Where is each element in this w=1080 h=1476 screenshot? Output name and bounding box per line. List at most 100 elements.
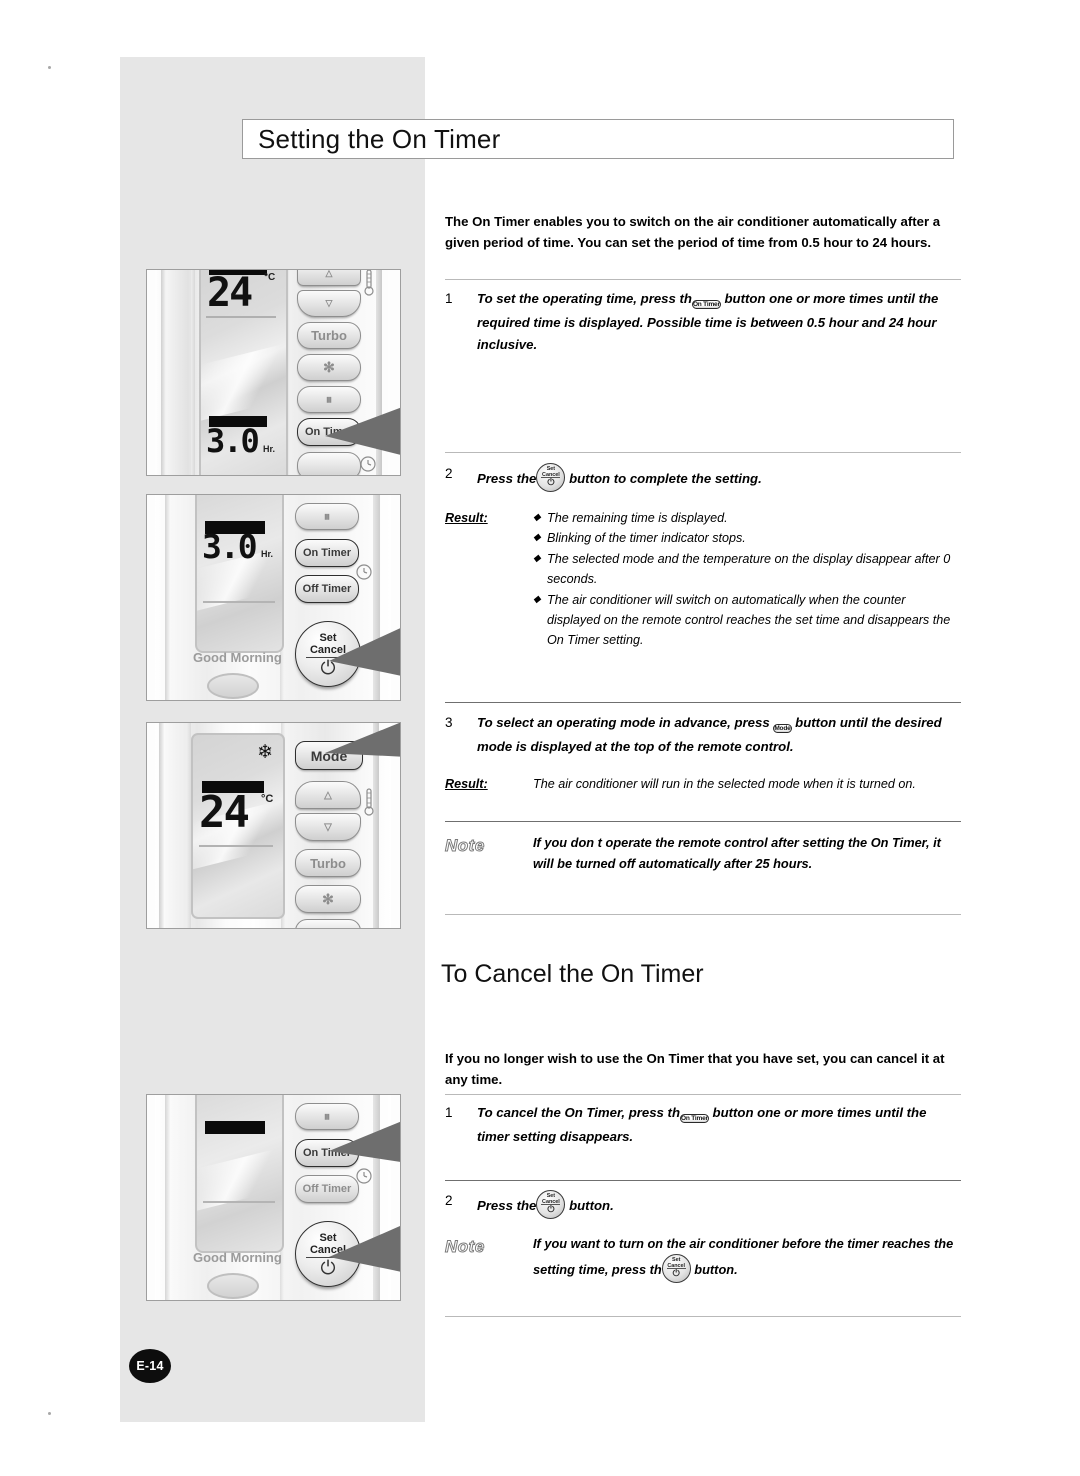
list-item: ◆ The remaining time is displayed.	[533, 508, 961, 528]
down-arrow-icon: ▽	[325, 298, 333, 308]
step-text-before: Press the	[477, 1198, 537, 1213]
swing-button[interactable]: ⏸	[295, 503, 359, 530]
step-text: To select an operating mode in advance, …	[477, 712, 961, 758]
step-text-before: To cancel the On Timer, press th	[477, 1105, 681, 1120]
step-2-result: Result: ◆ The remaining time is displayed…	[445, 508, 961, 651]
fan-speed-button[interactable]: ✻	[297, 354, 361, 381]
result-label: Result:	[445, 776, 488, 791]
section-heading-cancel-on-timer: To Cancel the On Timer	[434, 960, 704, 996]
clock-icon	[356, 564, 372, 580]
step-text: To set the operating time, press thOn Ti…	[477, 288, 961, 355]
up-arrow-icon: △	[324, 789, 332, 801]
lcd-hours-unit: Hr.	[263, 444, 276, 454]
fan-speed-button[interactable]: ✻	[295, 885, 361, 913]
rule	[445, 279, 961, 280]
temp-down-button[interactable]: ▽	[295, 813, 361, 841]
step-text-before: To select an operating mode in advance, …	[477, 715, 770, 730]
callout-pointer	[325, 407, 400, 455]
step-text: Press the Set Cancel ⏻ button.	[477, 1190, 961, 1219]
inline-set-cancel-button[interactable]: Set Cancel ⏻	[661, 1254, 691, 1284]
callout-pointer	[325, 723, 400, 757]
turbo-label: Turbo	[310, 855, 346, 871]
diamond-bullet-icon: ◆	[533, 593, 541, 605]
down-arrow-icon: ▽	[324, 821, 332, 833]
result-label: Result:	[445, 511, 488, 525]
page-title: Setting the On Timer	[258, 123, 501, 154]
turbo-button[interactable]: Turbo	[297, 322, 361, 349]
fan-icon: ✻	[322, 890, 334, 907]
off-timer-button[interactable]: Off Timer	[295, 1175, 359, 1203]
note-text: If you don t operate the remote control …	[533, 835, 941, 872]
inline-mode-button[interactable]: Mode	[773, 715, 792, 736]
good-morning-label: Good Morning	[193, 1250, 282, 1265]
note-text: If you want to turn on the air condition…	[533, 1233, 961, 1284]
remote-illustration-1: 24 °C 3.0 Hr. △ ▽ Turbo ✻ ⏸ On Timer	[146, 269, 401, 476]
result-text: The air conditioner will run in the sele…	[533, 776, 916, 791]
inline-set-cancel-button[interactable]: Set Cancel ⏻	[536, 463, 566, 492]
temp-up-button[interactable]: △	[295, 781, 361, 809]
thermometer-icon	[364, 788, 374, 816]
page-title-box: Setting the On Timer	[242, 119, 954, 159]
step-text-after: button to complete the setting.	[569, 471, 762, 486]
swing-icon: ⏸	[323, 508, 331, 524]
turbo-button[interactable]: Turbo	[295, 849, 361, 877]
lcd-temperature: 24	[207, 270, 253, 316]
on-timer-label: On Timer	[302, 547, 352, 559]
stray-mark	[48, 1412, 51, 1415]
step-number: 2	[445, 1193, 453, 1208]
inline-set-cancel-button[interactable]: Set Cancel ⏻	[536, 1190, 566, 1219]
lcd-temperature: 24	[199, 787, 250, 838]
cancel-step-2: 2 Press the Set Cancel ⏻ button.	[445, 1190, 961, 1219]
note-top: Note If you don t operate the remote con…	[445, 832, 961, 874]
section-heading-rest: Cancel the On Timer	[467, 960, 704, 988]
step-text-before: To set the operating time, press th	[477, 291, 692, 306]
inline-on-timer-button[interactable]: On Timer	[680, 1105, 709, 1126]
step-text: Press the Set Cancel ⏻ button to complete t…	[477, 463, 961, 492]
lcd-hours: 3.0	[202, 527, 258, 566]
temp-up-button[interactable]: △	[297, 270, 361, 286]
snowflake-icon: ❄	[257, 742, 273, 763]
remote-illustration-4: Good Morning ⏸ On Timer Off Timer Set Can…	[146, 1094, 401, 1301]
step-1: 1 To set the operating time, press thOn …	[445, 288, 961, 355]
step-text: To cancel the On Timer, press thOn Timer…	[477, 1102, 961, 1148]
section2-intro: If you no longer wish to use the On Time…	[445, 1051, 945, 1088]
callout-pointer-on-timer	[329, 1121, 400, 1162]
callout-pointer-set-cancel	[329, 1226, 400, 1272]
lcd-temp-unit: °C	[261, 793, 274, 805]
step-2: 2 Press the Set Cancel ⏻ button to complete…	[445, 463, 961, 492]
rule	[445, 1316, 961, 1317]
step-number: 2	[445, 466, 453, 481]
rule	[445, 914, 961, 915]
lcd-temp-unit: °C	[264, 272, 276, 283]
ir-window	[207, 673, 259, 699]
note-bottom: Note If you want to turn on the air cond…	[445, 1233, 961, 1284]
list-item: ◆ The air conditioner will switch on auto…	[533, 590, 961, 651]
good-morning-label: Good Morning	[193, 650, 282, 665]
rule	[445, 702, 961, 704]
step-text-before: Press the	[477, 471, 537, 486]
power-icon: ⏻	[547, 1204, 555, 1214]
cancel-step-1: 1 To cancel the On Timer, press thOn Tim…	[445, 1102, 961, 1148]
remote-illustration-3: ❄ 24 °C Mode △ ▽ Turbo ✻	[146, 722, 401, 929]
power-icon: ⏻	[547, 477, 555, 487]
inline-on-timer-button[interactable]: On Timer	[691, 291, 721, 312]
callout-pointer	[329, 628, 400, 676]
rule	[445, 1094, 961, 1095]
stray-mark	[48, 66, 51, 69]
section-heading-cap: To	[434, 960, 470, 996]
swing-button[interactable]	[295, 919, 361, 928]
note-label-wrap: Note	[445, 832, 533, 874]
remote-illustration-2: 3.0 Hr. Good Morning ⏸ On Timer Off Time…	[146, 494, 401, 701]
power-icon: ⏻	[672, 1268, 680, 1279]
temp-down-button[interactable]: ▽	[297, 290, 361, 317]
on-timer-button[interactable]: On Timer	[295, 539, 359, 567]
step-text-after: button.	[569, 1198, 614, 1213]
intro-paragraph: The On Timer enables you to switch on th…	[445, 214, 941, 251]
step-number: 3	[445, 715, 453, 730]
note-label: Note	[445, 1237, 485, 1257]
off-timer-button[interactable]: Off Timer	[295, 575, 359, 603]
step-number: 1	[445, 291, 453, 306]
step-3: 3 To select an operating mode in advance…	[445, 712, 961, 758]
result-bullet-list: ◆ The remaining time is displayed. ◆ Blink…	[533, 508, 961, 651]
step-3-result: Result: The air conditioner will run in …	[445, 774, 961, 794]
